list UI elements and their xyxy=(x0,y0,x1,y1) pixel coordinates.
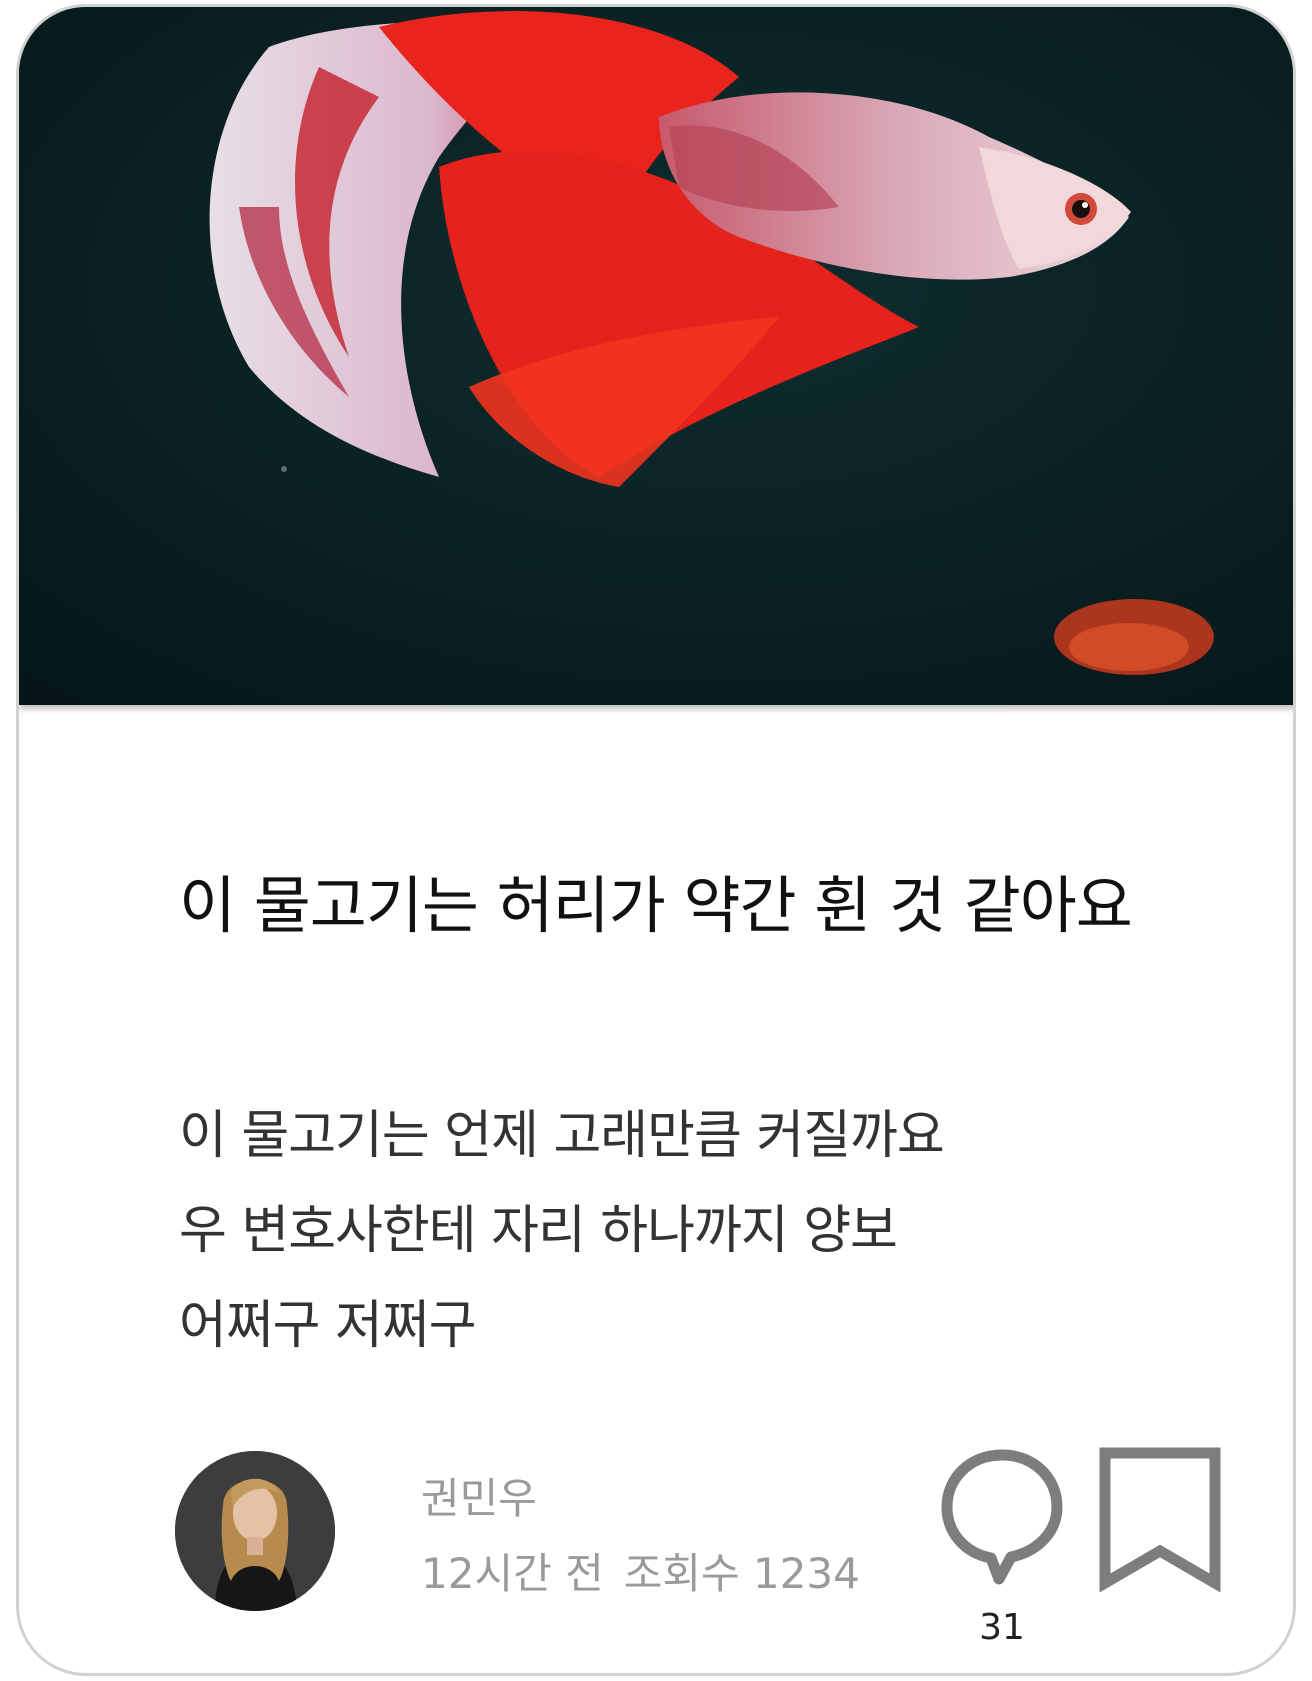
post-meta: 12시간 전 조회수 1234 xyxy=(421,1540,860,1601)
post-body-line: 이 물고기는 언제 고래만큼 커질까요 xyxy=(179,1106,945,1166)
post-views: 조회수 1234 xyxy=(623,1549,860,1598)
comment-count: 31 xyxy=(979,1607,1025,1648)
bookmark-icon xyxy=(1099,1447,1221,1593)
author-avatar[interactable] xyxy=(175,1451,335,1611)
post-body-line: 우 변호사한테 자리 하나까지 양보 xyxy=(179,1201,898,1261)
post-body-line: 어쩌구 저쩌구 xyxy=(179,1296,477,1356)
post-body: 이 물고기는 언제 고래만큼 커질까요 우 변호사한테 자리 하나까지 양보 어… xyxy=(179,1089,945,1374)
post-image xyxy=(19,7,1293,705)
post-title[interactable]: 이 물고기는 허리가 약간 휜 것 같아요 xyxy=(179,855,1133,945)
author-name[interactable]: 권민우 xyxy=(421,1465,537,1526)
speech-bubble-icon xyxy=(941,1449,1063,1585)
comment-button[interactable] xyxy=(937,1447,1067,1587)
post-time: 12시간 전 xyxy=(421,1549,604,1598)
bookmark-button[interactable] xyxy=(1095,1447,1225,1593)
post-card[interactable]: 이 물고기는 허리가 약간 휜 것 같아요 이 물고기는 언제 고래만큼 커질까… xyxy=(16,4,1296,1676)
